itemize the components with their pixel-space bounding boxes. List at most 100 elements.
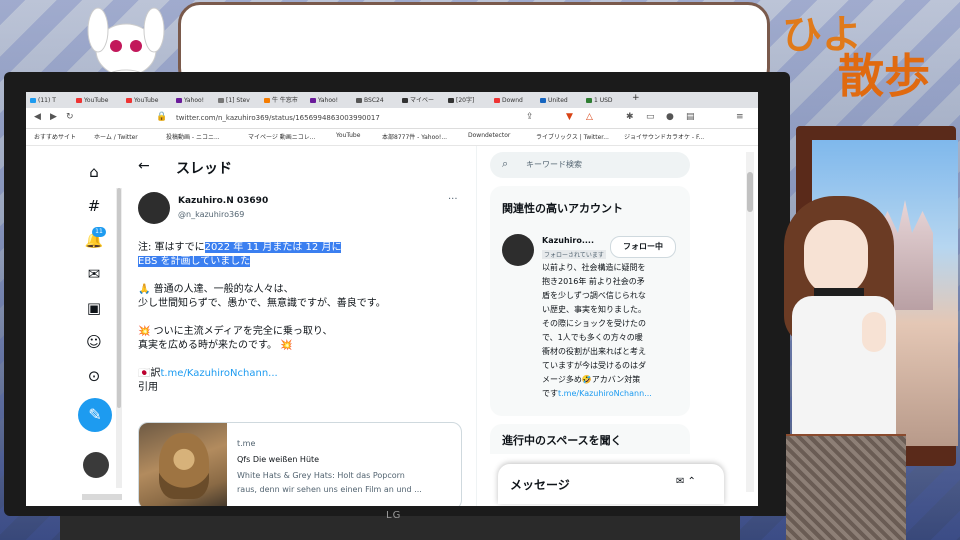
tab-2[interactable]: YouTube [126, 95, 170, 106]
bookmark-7[interactable]: ライブリックス | Twitter... [536, 132, 609, 141]
more-icon[interactable]: ⊙ [82, 364, 106, 388]
follows-you-badge: フォローされています [542, 250, 606, 259]
share-icon[interactable]: ⇪ [526, 112, 534, 122]
link-card[interactable]: t.me Qfs Die weißen Hüte White Hats & Gr… [138, 422, 462, 506]
explore-icon[interactable]: # [82, 194, 106, 218]
tab-10[interactable]: Downd [494, 95, 534, 106]
tab-bar: (11) T YouTube YouTube Yahoo! [1] Stev 牛… [26, 92, 758, 108]
bookmark-2[interactable]: 投稿動画 - ニコニ... [166, 132, 220, 141]
card-image [139, 423, 227, 506]
bookmarks-bar: おすすめサイト ホーム / Twitter 投稿動画 - ニコニ... マイペー… [26, 129, 758, 146]
tab-6[interactable]: Yahoo! [310, 95, 350, 106]
tab-8[interactable]: マイベー [402, 95, 442, 106]
right-sidebar: ⌕ キーワード検索 関連性の高いアカウント Kazuhiro.... フォローさ… [486, 146, 758, 506]
sidebar-icon[interactable]: ▭ [646, 112, 655, 122]
bio-line: メージ多め🤣アカバン対策 [542, 375, 641, 384]
left-navigation: ⌂ # 🔔 ✉ ▣ ☺ ⊙ [82, 152, 112, 492]
search-box[interactable]: ⌕ キーワード検索 [490, 152, 690, 178]
vtuber-avatar [764, 196, 924, 540]
thread-column: ← スレッド Kazuhiro.N 03690 @n_kazuhiro369 ·… [126, 146, 477, 506]
suggested-account-name[interactable]: Kazuhiro.... [542, 236, 594, 245]
search-icon: ⌕ [502, 157, 509, 170]
bookmark-5[interactable]: 本部8777件 - Yahoo!... [382, 132, 447, 141]
tab-0[interactable]: (11) T [30, 95, 70, 106]
search-placeholder: キーワード検索 [526, 160, 582, 169]
relevant-accounts-panel: 関連性の高いアカウント Kazuhiro.... フォローされています フォロー… [490, 186, 690, 416]
card-desc-2: raus, denn wir sehen uns einen Film an u… [237, 485, 422, 494]
back-icon[interactable]: ◀ [34, 112, 41, 122]
home-icon[interactable]: ⌂ [82, 160, 106, 184]
messages-drawer[interactable]: メッセージ ✉ ⌃ [498, 464, 724, 504]
bio-last-line: ですt.me/KazuhiroNchann... [542, 389, 652, 398]
lion-image [159, 433, 209, 499]
tab-9[interactable]: [20字] [448, 95, 488, 106]
url-field[interactable]: twitter.com/n_kazuhiro369/status/1656994… [176, 112, 506, 124]
profile-icon[interactable]: ☺ [82, 330, 106, 354]
tweet-author-handle[interactable]: @n_kazuhiro369 [178, 210, 244, 219]
account-avatar[interactable] [83, 452, 109, 478]
stream-title-line2: 散歩 [838, 49, 930, 103]
bookmarks-icon[interactable]: ▣ [82, 296, 106, 320]
bio-line: 盾を少しずつ調べ信じられな [542, 291, 646, 300]
tab-5[interactable]: 牛 牛窓市 [264, 95, 304, 106]
forward-icon[interactable]: ▶ [50, 112, 57, 122]
wallet-icon[interactable]: ▤ [686, 112, 695, 122]
spaces-title: 進行中のスペースを聞く [502, 434, 622, 447]
tweet-line-1: 注: 軍はすでに2022 年 11 月または 12 月に [138, 242, 342, 253]
bio-line: ていますが今は受けるのはダ [542, 361, 646, 370]
bio-line: その際にショックを受けたの [542, 319, 646, 328]
tab-7[interactable]: BSC24 [356, 95, 396, 106]
tab-11[interactable]: United [540, 95, 580, 106]
tweet-line-3: 🙏 普通の人達、一般的な人々は、 [138, 284, 294, 295]
tweet-more-icon[interactable]: ··· [448, 194, 458, 205]
brave-shield-icon[interactable]: ▼ [566, 112, 573, 122]
bookmark-3[interactable]: マイページ 動画ニコレ... [248, 132, 316, 141]
panel-title: 関連性の高いアカウント [502, 202, 623, 215]
bookmark-1[interactable]: ホーム / Twitter [94, 132, 138, 141]
new-tab-button[interactable]: + [632, 93, 646, 104]
bio-line: で、1人でも多くの方々の暖 [542, 333, 643, 342]
tweet-line-5: 💥 ついに主流メディアを完全に乗っ取り、 [138, 326, 333, 337]
spaces-panel: 進行中のスペースを聞く [490, 424, 690, 454]
tweet-line-4: 少し世間知らずで、愚かで、無意識ですが、善良です。 [138, 298, 386, 309]
monitor-brand-logo: LG [386, 510, 402, 521]
bio-line: 衝材の役割が出来ればと考え [542, 347, 646, 356]
tweet-author-name[interactable]: Kazuhiro.N 03690 [178, 196, 268, 206]
profile-icon[interactable]: ● [666, 112, 674, 122]
left-scrollbar[interactable] [116, 188, 122, 488]
lock-icon: 🔒 [156, 112, 168, 122]
avatar-hand [862, 312, 886, 352]
bio-link[interactable]: t.me/KazuhiroNchann... [558, 389, 652, 398]
compose-tweet-button[interactable]: ✎ [78, 398, 112, 432]
following-button[interactable]: フォロー中 [610, 236, 676, 258]
tab-4[interactable]: [1] Stev [218, 95, 258, 106]
rewards-icon[interactable]: △ [586, 112, 593, 122]
tweet-line-2: EBS を計画していました [138, 256, 251, 267]
horizontal-scrollbar[interactable] [82, 494, 122, 500]
card-desc-1: White Hats & Grey Hats: Holt das Popcorn [237, 471, 405, 480]
notification-badge: 11 [92, 227, 106, 237]
suggested-account-avatar[interactable] [502, 234, 534, 266]
tweet-link[interactable]: t.me/KazuhiroNchann... [160, 368, 277, 379]
tab-3[interactable]: Yahoo! [176, 95, 212, 106]
browser-window: (11) T YouTube YouTube Yahoo! [1] Stev 牛… [26, 92, 758, 506]
page-title: スレッド [176, 161, 232, 177]
messages-icon[interactable]: ✉ [82, 262, 106, 286]
avatar-face [804, 220, 868, 296]
new-message-icon[interactable]: ✉ ⌃ [676, 476, 696, 487]
menu-icon[interactable]: ≡ [736, 112, 744, 122]
extensions-icon[interactable]: ✱ [626, 112, 634, 122]
back-arrow-icon[interactable]: ← [138, 158, 150, 174]
bookmark-0[interactable]: おすすめサイト [34, 132, 76, 141]
page-scrollbar[interactable] [746, 152, 754, 492]
tweet-author-avatar[interactable] [138, 192, 170, 224]
avatar-skirt [786, 436, 906, 540]
bookmark-6[interactable]: Downdetector [468, 132, 510, 139]
reload-icon[interactable]: ↻ [66, 112, 74, 122]
bookmark-8[interactable]: ジョイサウンドカラオケ - F... [624, 132, 704, 141]
tab-12[interactable]: 1 USD [586, 95, 626, 106]
bookmark-4[interactable]: YouTube [336, 132, 360, 139]
bio-line: い歴史、事実を知りました。 [542, 305, 646, 314]
tweet-line-7: 🇯🇵訳t.me/KazuhiroNchann... [138, 368, 278, 379]
tab-1[interactable]: YouTube [76, 95, 120, 106]
